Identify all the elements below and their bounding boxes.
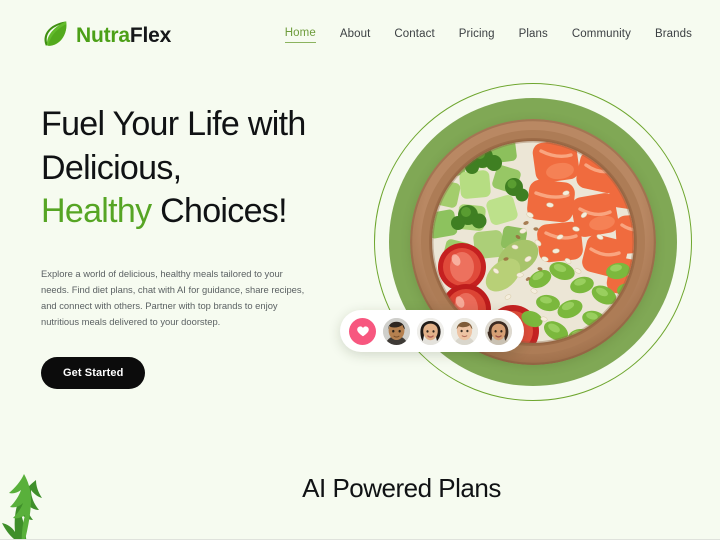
- heart-icon: [349, 317, 376, 345]
- site-header: NutraFlex Home About Contact Pricing Pla…: [0, 0, 720, 71]
- brand-name-first: Nutra: [76, 23, 130, 47]
- brand-wordmark: NutraFlex: [76, 25, 171, 46]
- hero-section: Fuel Your Life with Delicious, Healthy C…: [41, 103, 371, 390]
- nav-link-home[interactable]: Home: [284, 27, 316, 43]
- nav-link-about[interactable]: About: [340, 28, 371, 43]
- headline-accent-word: Healthy: [41, 192, 152, 231]
- leaf-icon: [44, 21, 67, 46]
- hero-description: Explore a world of delicious, healthy me…: [41, 267, 305, 328]
- nav-link-plans[interactable]: Plans: [519, 28, 548, 43]
- nav-link-pricing[interactable]: Pricing: [459, 28, 495, 43]
- get-started-button[interactable]: Get Started: [41, 357, 146, 390]
- headline-line-3: Choices!: [151, 192, 287, 231]
- nav-link-community[interactable]: Community: [572, 28, 631, 43]
- brand-name-second: Flex: [129, 23, 172, 47]
- avatar-user-4[interactable]: [485, 317, 512, 345]
- section-heading-ai-plans: AI Powered Plans: [302, 473, 501, 503]
- hero-image-container: [374, 83, 692, 401]
- leaf-decoration-icon: [0, 474, 68, 540]
- avatar-user-1[interactable]: [383, 317, 410, 345]
- page-title: Fuel Your Life with Delicious, Healthy C…: [41, 103, 371, 234]
- main-navigation: Home About Contact Pricing Plans Communi…: [284, 27, 692, 43]
- avatar-user-2[interactable]: [417, 317, 444, 345]
- avatar-user-3[interactable]: [451, 317, 478, 345]
- landing-page: NutraFlex Home About Contact Pricing Pla…: [0, 0, 720, 540]
- nav-link-brands[interactable]: Brands: [655, 28, 692, 43]
- headline-line-2: Delicious,: [41, 148, 182, 187]
- nav-link-contact[interactable]: Contact: [394, 28, 434, 43]
- headline-line-1: Fuel Your Life with: [41, 105, 306, 143]
- brand-logo[interactable]: NutraFlex: [41, 20, 171, 50]
- social-proof-pill[interactable]: [340, 310, 524, 352]
